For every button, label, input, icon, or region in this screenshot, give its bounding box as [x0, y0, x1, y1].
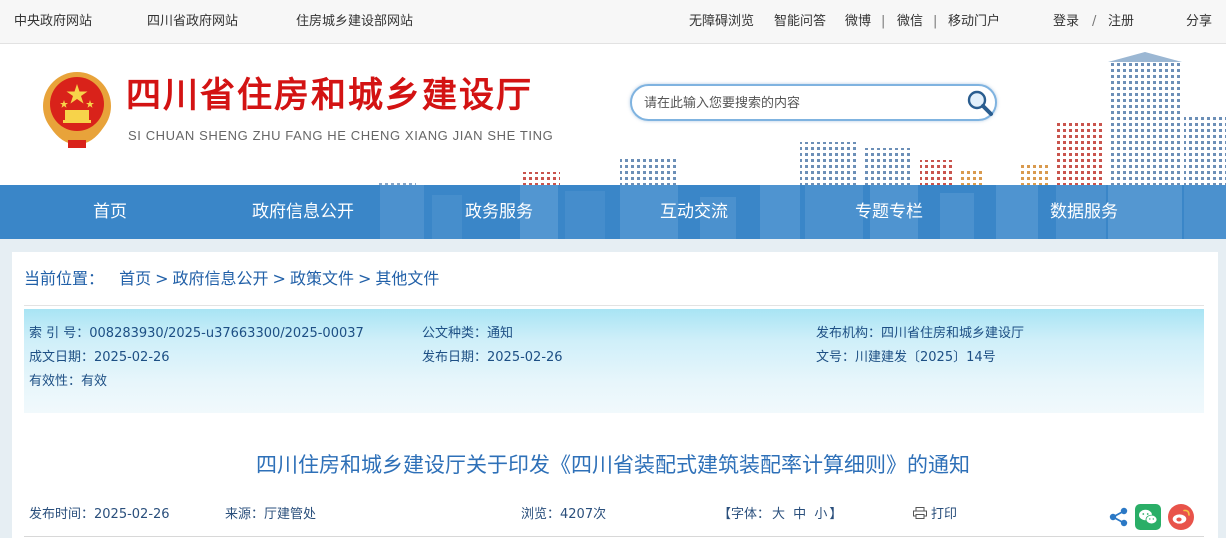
share-link[interactable]: 分享 [1186, 14, 1212, 30]
font-large-button[interactable]: 大 [772, 507, 785, 522]
document-title: 四川住房和城乡建设厅关于印发《四川省装配式建筑装配率计算细则》的通知 [256, 453, 970, 477]
font-small-button[interactable]: 小 [814, 507, 827, 522]
link-mohurd[interactable]: 住房城乡建设部网站 [296, 14, 413, 30]
print-label: 打印 [931, 507, 958, 522]
breadcrumb-separator: > [272, 269, 286, 288]
nav-item-interaction[interactable]: 互动交流 [660, 201, 728, 223]
breadcrumb-label: 当前位置： [24, 269, 105, 288]
breadcrumb-divider [24, 305, 1204, 306]
meta-index-number: 索 引 号：008283930/2025-u37663300/2025-0003… [29, 326, 364, 341]
topbar-divider: | [933, 14, 938, 29]
meta-doc-number: 文号：川建建发〔2025〕14号 [816, 350, 996, 365]
font-label-open: 【字体： [718, 507, 771, 522]
site-header: 四川省住房和城乡建设厅 SI CHUAN SHENG ZHU FANG HE C… [0, 44, 1226, 185]
register-link[interactable]: 注册 [1108, 14, 1134, 30]
search-box [630, 84, 997, 121]
info-divider [24, 536, 1204, 537]
search-icon[interactable] [966, 89, 994, 117]
nav-item-home[interactable]: 首页 [93, 201, 127, 223]
meta-doc-type: 公文种类：通知 [422, 326, 514, 341]
login-register-separator: / [1092, 14, 1097, 29]
search-input[interactable] [644, 94, 964, 112]
national-emblem-icon[interactable] [40, 70, 114, 150]
nav-item-special-topics[interactable]: 专题专栏 [855, 201, 923, 223]
meta-publish-date: 发布日期：2025-02-26 [422, 350, 563, 365]
nav-item-gov-services[interactable]: 政务服务 [465, 201, 533, 223]
meta-validity: 有效性：有效 [29, 374, 108, 389]
print-button[interactable]: 打印 [913, 506, 957, 523]
share-icon[interactable] [1106, 504, 1132, 530]
top-bar: 中央政府网站 四川省政府网站 住房城乡建设部网站 无障碍浏览 智能问答 微博 |… [0, 0, 1226, 44]
weibo-icon[interactable] [1168, 504, 1194, 530]
nav-item-gov-info[interactable]: 政府信息公开 [252, 201, 354, 223]
publish-time: 发布时间：2025-02-26 [29, 507, 170, 522]
link-sichuan-gov[interactable]: 四川省政府网站 [147, 14, 238, 30]
font-medium-button[interactable]: 中 [793, 507, 806, 522]
link-central-gov[interactable]: 中央政府网站 [14, 14, 92, 30]
mobile-portal-link[interactable]: 移动门户 [948, 14, 1000, 30]
breadcrumb-other-docs[interactable]: 其他文件 [375, 269, 439, 288]
breadcrumb-separator: > [357, 269, 372, 288]
view-count: 浏览：4207次 [521, 507, 607, 522]
nav-item-data-services[interactable]: 数据服务 [1050, 201, 1118, 223]
source: 来源：厅建管处 [225, 507, 317, 522]
breadcrumb-separator: > [155, 269, 169, 288]
main-nav: 首页 政府信息公开 政务服务 互动交流 专题专栏 数据服务 [0, 185, 1226, 239]
breadcrumb-home[interactable]: 首页 [119, 269, 151, 288]
font-label-close: 】 [829, 507, 843, 522]
topbar-divider: | [881, 14, 886, 29]
font-size-control: 【字体：大 中 小】 [718, 506, 842, 523]
wechat-link[interactable]: 微信 [897, 14, 923, 30]
breadcrumb-gov-info[interactable]: 政府信息公开 [173, 269, 269, 288]
accessibility-link[interactable]: 无障碍浏览 [689, 14, 754, 30]
meta-issuer: 发布机构：四川省住房和城乡建设厅 [816, 326, 1025, 341]
login-link[interactable]: 登录 [1053, 14, 1079, 30]
print-icon [913, 507, 927, 519]
meta-written-date: 成文日期：2025-02-26 [29, 350, 170, 365]
document-metadata: 索 引 号：008283930/2025-u37663300/2025-0003… [24, 309, 1204, 413]
breadcrumb: 当前位置： 首页 > 政府信息公开 > 政策文件 > 其他文件 [24, 268, 439, 290]
breadcrumb-policy-docs[interactable]: 政策文件 [290, 269, 354, 288]
nav-skyline-decoration [380, 185, 1226, 239]
smart-qa-link[interactable]: 智能问答 [774, 14, 826, 30]
weibo-link[interactable]: 微博 [845, 14, 871, 30]
wechat-icon[interactable] [1135, 504, 1161, 530]
